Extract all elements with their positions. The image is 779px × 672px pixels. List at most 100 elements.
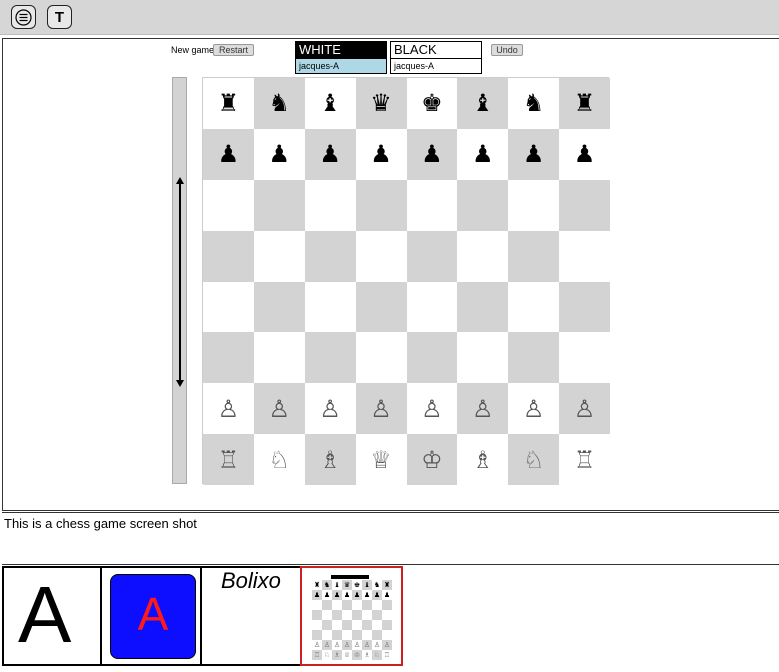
board-square-f8[interactable]: ♝ (457, 78, 509, 129)
chess-piece[interactable]: ♙ (370, 397, 392, 421)
chess-piece[interactable]: ♕ (370, 448, 392, 472)
board-square-b2[interactable]: ♙ (253, 383, 305, 435)
board-square-c6[interactable] (304, 179, 356, 231)
chess-piece[interactable]: ♟ (472, 142, 494, 166)
chess-piece[interactable]: ♙ (472, 397, 494, 421)
board-square-g8[interactable]: ♞ (508, 78, 560, 129)
board-square-d3[interactable] (355, 332, 407, 384)
board-square-d1[interactable]: ♕ (355, 434, 407, 485)
chess-piece[interactable]: ♟ (269, 142, 291, 166)
board-square-c4[interactable] (304, 281, 356, 333)
chess-piece[interactable]: ♟ (218, 142, 240, 166)
board-square-c8[interactable]: ♝ (304, 78, 356, 129)
chess-piece[interactable]: ♚ (421, 91, 443, 115)
board-square-e2[interactable]: ♙ (406, 383, 458, 435)
board-square-a2[interactable]: ♙ (203, 383, 254, 435)
board-square-h8[interactable]: ♜ (559, 78, 610, 129)
menu-button[interactable] (11, 5, 36, 29)
board-square-a6[interactable] (203, 179, 254, 231)
chess-piece[interactable]: ♖ (218, 448, 240, 472)
thumbnail-chess-screenshot[interactable]: ♜ ♞ ♝ ♛ ♚ ♝ ♞ ♜ ♟ ♟ ♟ ♟ ♟ ♟ ♟ ♟ ♙ ♙ ♙ ♙ ♙ ♙ ♙ ♙ ♖ ♘ ♗ ♕ ♔ ♗ ♘ ♖ (300, 566, 403, 666)
chess-piece[interactable]: ♜ (218, 91, 240, 115)
thumbnail-bolixo[interactable]: Bolixo (200, 566, 302, 666)
board-square-f5[interactable] (457, 230, 509, 282)
board-square-g6[interactable] (508, 179, 560, 231)
board-square-e4[interactable] (406, 281, 458, 333)
chess-piece[interactable]: ♗ (319, 448, 341, 472)
board-square-b1[interactable]: ♘ (253, 434, 305, 485)
board-square-b5[interactable] (253, 230, 305, 282)
board-square-g3[interactable] (508, 332, 560, 384)
board-square-e3[interactable] (406, 332, 458, 384)
chess-piece[interactable]: ♙ (319, 397, 341, 421)
chess-piece[interactable]: ♟ (370, 142, 392, 166)
board-square-b4[interactable] (253, 281, 305, 333)
chess-piece[interactable]: ♙ (218, 397, 240, 421)
chess-piece[interactable]: ♖ (574, 448, 596, 472)
chess-piece[interactable]: ♟ (421, 142, 443, 166)
board-square-f2[interactable]: ♙ (457, 383, 509, 435)
board-square-a1[interactable]: ♖ (203, 434, 254, 485)
chess-piece[interactable]: ♝ (319, 91, 341, 115)
board-square-d4[interactable] (355, 281, 407, 333)
board-square-e5[interactable] (406, 230, 458, 282)
move-history-slider[interactable] (172, 77, 187, 484)
board-square-g1[interactable]: ♘ (508, 434, 560, 485)
board-square-f6[interactable] (457, 179, 509, 231)
board-square-c5[interactable] (304, 230, 356, 282)
board-square-a7[interactable]: ♟ (203, 128, 254, 180)
board-square-h5[interactable] (559, 230, 610, 282)
board-square-f1[interactable]: ♗ (457, 434, 509, 485)
board-square-a3[interactable] (203, 332, 254, 384)
chess-piece[interactable]: ♘ (523, 448, 545, 472)
board-square-g2[interactable]: ♙ (508, 383, 560, 435)
chess-piece[interactable]: ♛ (370, 91, 392, 115)
thumbnail-blue-a[interactable]: A (100, 566, 202, 666)
board-square-h7[interactable]: ♟ (559, 128, 610, 180)
board-square-b8[interactable]: ♞ (253, 78, 305, 129)
chess-piece[interactable]: ♟ (574, 142, 596, 166)
chess-piece[interactable]: ♙ (523, 397, 545, 421)
chess-piece[interactable]: ♘ (269, 448, 291, 472)
board-square-f3[interactable] (457, 332, 509, 384)
board-square-c2[interactable]: ♙ (304, 383, 356, 435)
board-square-g5[interactable] (508, 230, 560, 282)
board-square-c3[interactable] (304, 332, 356, 384)
chess-piece[interactable]: ♞ (269, 91, 291, 115)
board-square-d7[interactable]: ♟ (355, 128, 407, 180)
board-square-h1[interactable]: ♖ (559, 434, 610, 485)
chess-piece[interactable]: ♗ (472, 448, 494, 472)
board-square-b6[interactable] (253, 179, 305, 231)
board-square-h6[interactable] (559, 179, 610, 231)
undo-button[interactable]: Undo (491, 44, 523, 56)
board-square-h4[interactable] (559, 281, 610, 333)
board-square-b7[interactable]: ♟ (253, 128, 305, 180)
chess-piece[interactable]: ♙ (574, 397, 596, 421)
thumbnail-letter-a[interactable]: A (2, 566, 102, 666)
chess-piece[interactable]: ♔ (421, 448, 443, 472)
restart-button[interactable]: Restart (213, 44, 254, 56)
board-square-f7[interactable]: ♟ (457, 128, 509, 180)
board-square-e8[interactable]: ♚ (406, 78, 458, 129)
board-square-g7[interactable]: ♟ (508, 128, 560, 180)
board-square-d2[interactable]: ♙ (355, 383, 407, 435)
chess-piece[interactable]: ♙ (269, 397, 291, 421)
board-square-e7[interactable]: ♟ (406, 128, 458, 180)
board-square-f4[interactable] (457, 281, 509, 333)
board-square-c7[interactable]: ♟ (304, 128, 356, 180)
board-square-h3[interactable] (559, 332, 610, 384)
text-button[interactable]: T (47, 5, 72, 29)
chess-piece[interactable]: ♟ (523, 142, 545, 166)
chess-piece[interactable]: ♙ (421, 397, 443, 421)
board-square-g4[interactable] (508, 281, 560, 333)
board-square-a4[interactable] (203, 281, 254, 333)
chess-piece[interactable]: ♟ (319, 142, 341, 166)
board-square-h2[interactable]: ♙ (559, 383, 610, 435)
board-square-d8[interactable]: ♛ (355, 78, 407, 129)
board-square-e6[interactable] (406, 179, 458, 231)
chess-piece[interactable]: ♜ (574, 91, 596, 115)
board-square-a8[interactable]: ♜ (203, 78, 254, 129)
board-square-e1[interactable]: ♔ (406, 434, 458, 485)
chess-piece[interactable]: ♝ (472, 91, 494, 115)
board-square-a5[interactable] (203, 230, 254, 282)
